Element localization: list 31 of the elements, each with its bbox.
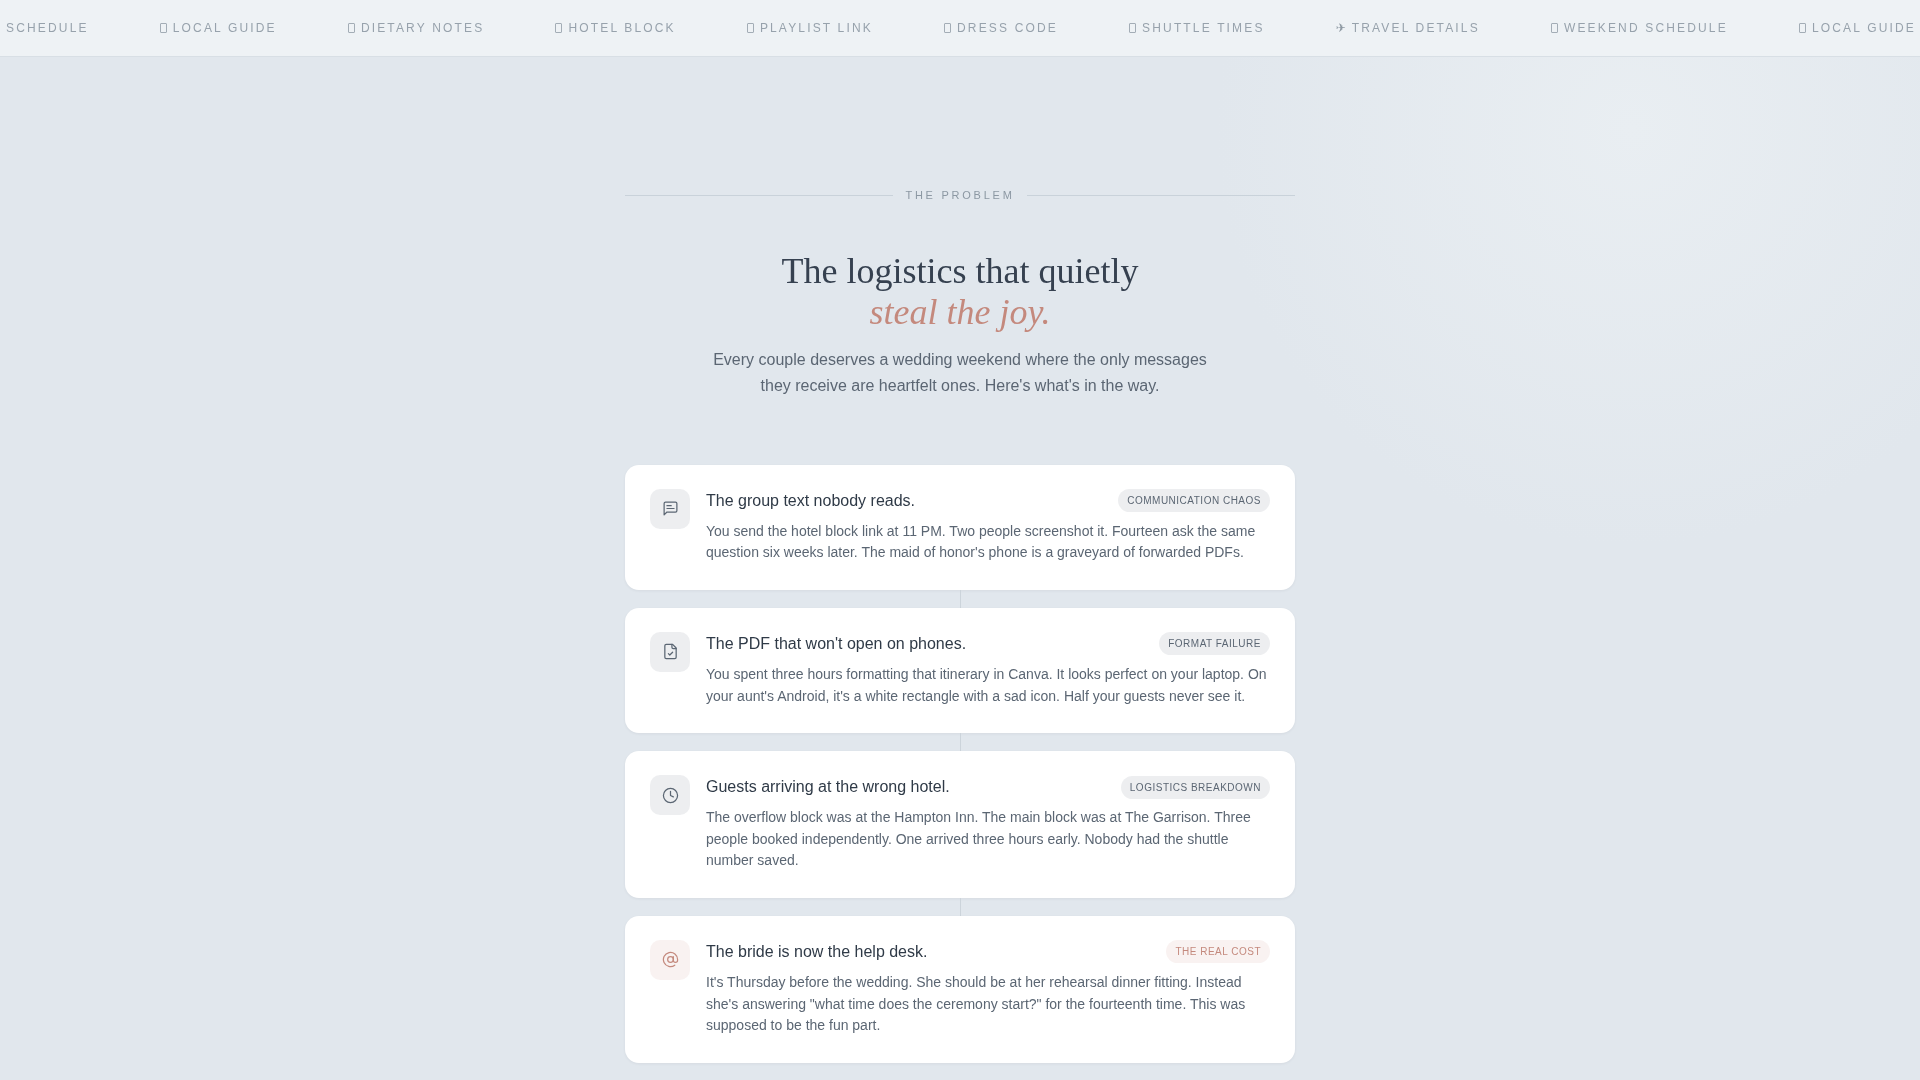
document-check-icon (650, 631, 690, 672)
card-description: The overflow block was at the Hampton Inn. The main block was at The Garrison. Three people booked independently. One arrived three hours early. Nobody had the shuttle number saved. (706, 808, 1252, 871)
chat-bubble-icon (650, 488, 690, 529)
ticker-label: LOCAL GUIDE (172, 20, 277, 36)
ticker-label: WEEKEND SCHEDULE (1563, 20, 1728, 36)
card-description: You send the hotel block link at 11 PM. Two people screenshot it. Fourteen ask the same question six weeks later. The maid of honor's phone is a graveyard of forwarded PDFs. (706, 521, 1257, 563)
ticker-label: PLAYLIST LINK (759, 20, 873, 36)
category-tag: FORMAT FAILURE (1159, 632, 1270, 656)
ticker-label: DRESS CODE (957, 20, 1058, 36)
section-eyebrow: THE PROBLEM (905, 188, 1015, 203)
category-tag: LOGISTICS BREAKDOWN (1120, 775, 1270, 799)
category-tag: THE REAL COST (1166, 940, 1270, 964)
ticker-label: DIETARY NOTES (360, 20, 485, 36)
card-title: The PDF that won't open on phones. (706, 633, 967, 654)
ticker-label: SCHEDULE (6, 20, 89, 36)
ticker-label: TRAVEL DETAILS (1351, 20, 1480, 36)
card-title: The group text nobody reads. (706, 490, 916, 511)
ticker-label: SHUTTLE TIMES (1142, 20, 1265, 36)
plane-icon: ✈ (1335, 20, 1346, 36)
category-tag: COMMUNICATION CHAOS (1118, 489, 1270, 513)
ticker-label: LOCAL GUIDE (1811, 20, 1916, 36)
heading-accent: steal the joy. (868, 292, 1052, 334)
intro-paragraph: Every couple deserves a wedding weekend where the only messages they receive are heartfelt ones. Here's what's in the way. (712, 349, 1208, 396)
section-heading: The logistics that quietly (781, 251, 1139, 293)
clock-icon (650, 775, 690, 816)
card-title: The bride is now the help desk. (706, 941, 928, 962)
card-title: Guests arriving at the wrong hotel. (706, 777, 950, 798)
card-description: You spent three hours formatting that itinerary in Canva. It looks perfect on your laptop. On your aunt's Android, it's a white rectangle with a sad icon. Half your guests never see it. (706, 664, 1268, 706)
card-description: It's Thursday before the wedding. She should be at her rehearsal dinner fitting. Instead she's answering "what time does the ceremony start?" for the fourteenth time. This was supposed to be the fun part. (706, 972, 1247, 1036)
ticker-label: HOTEL BLOCK (568, 20, 676, 36)
at-sign-icon (650, 939, 690, 980)
